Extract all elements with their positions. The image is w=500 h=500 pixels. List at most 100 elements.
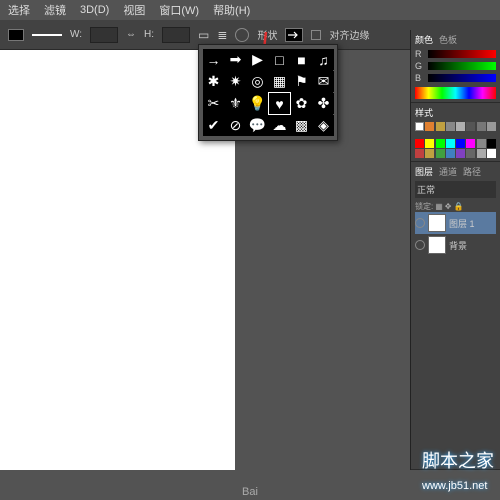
height-field[interactable] — [162, 27, 190, 43]
swatch[interactable] — [477, 149, 486, 158]
swatch[interactable] — [436, 149, 445, 158]
tab-channels[interactable]: 通道 — [439, 165, 457, 178]
shape-starburst[interactable]: ✷ — [225, 71, 246, 92]
panels-dock: 颜色 色板 R G B 样式 — [410, 30, 500, 470]
layer-thumb[interactable] — [428, 236, 446, 254]
stroke-preview[interactable] — [32, 34, 62, 36]
spectrum-slider[interactable] — [415, 87, 496, 99]
width-label: W: — [70, 29, 82, 40]
b-slider[interactable] — [428, 74, 496, 82]
swatch[interactable] — [425, 139, 434, 148]
swatch[interactable] — [446, 149, 455, 158]
align-icon[interactable]: ≣ — [217, 28, 227, 42]
menu-3d[interactable]: 3D(D) — [80, 4, 109, 16]
shape-checker[interactable]: ▩ — [291, 115, 312, 136]
styles-grid[interactable] — [415, 122, 496, 131]
swatch[interactable] — [436, 139, 445, 148]
link-icon[interactable]: ⇔ — [126, 29, 136, 40]
shape-arrow-right[interactable]: ➡ — [225, 49, 246, 70]
tab-layers[interactable]: 图层 — [415, 165, 433, 178]
menu-window[interactable]: 窗口(W) — [159, 2, 199, 18]
r-slider[interactable] — [428, 50, 496, 58]
swatch[interactable] — [415, 149, 424, 158]
style-swatch[interactable] — [425, 122, 434, 131]
swatch[interactable] — [456, 149, 465, 158]
shape-square-outline[interactable]: □ — [269, 49, 290, 70]
shape-music-note[interactable]: ♫ — [313, 49, 334, 70]
swatch[interactable] — [446, 139, 455, 148]
shape-arrow-right-thin[interactable]: → — [203, 49, 224, 70]
menu-bar: 选择 滤镜 3D(D) 视图 窗口(W) 帮助(H) — [0, 0, 500, 20]
style-swatch[interactable] — [477, 122, 486, 131]
swatch[interactable] — [425, 149, 434, 158]
shape-heart[interactable]: ♥ — [269, 93, 290, 114]
visibility-icon[interactable] — [415, 240, 425, 250]
menu-filter[interactable]: 滤镜 — [44, 2, 66, 18]
shape-target[interactable]: ◎ — [247, 71, 268, 92]
width-field[interactable] — [90, 27, 118, 43]
tab-swatches[interactable]: 色板 — [439, 33, 457, 46]
style-swatch[interactable] — [487, 122, 496, 131]
swatch[interactable] — [487, 149, 496, 158]
shape-no[interactable]: ⊘ — [225, 115, 246, 136]
lock-pixels-icon[interactable]: ▦ — [435, 202, 443, 211]
style-swatch[interactable] — [436, 122, 445, 131]
align-edges-checkbox[interactable] — [311, 30, 321, 40]
align-edges-label: 对齐边缘 — [329, 27, 369, 42]
style-none[interactable] — [415, 122, 424, 131]
shape-blob[interactable]: ✤ — [313, 93, 334, 114]
swatches-grid[interactable] — [415, 139, 496, 158]
swatch[interactable] — [456, 139, 465, 148]
tab-styles[interactable]: 样式 — [415, 106, 433, 119]
shape-speech[interactable]: 💬 — [247, 115, 268, 136]
layer-name[interactable]: 背景 — [449, 239, 467, 252]
shape-label: 形状 — [257, 27, 277, 42]
lock-all-icon[interactable]: 🔒 — [454, 202, 464, 211]
shape-arrow-right-bold[interactable]: ▶ — [247, 49, 268, 70]
visibility-icon[interactable] — [415, 218, 425, 228]
shape-flag[interactable]: ⚑ — [291, 71, 312, 92]
shape-dropdown[interactable] — [285, 28, 303, 42]
shape-grid: → ➡ ▶ □ ■ ♫ ✱ ✷ ◎ ▦ ⚑ ✉ ✂ ⚜ 💡 ♥ ✿ ✤ ✔ ⊘ … — [203, 49, 333, 136]
watermark-baidu: Bai — [242, 486, 258, 498]
blend-mode-dropdown[interactable]: 正常 — [415, 181, 496, 198]
menu-select[interactable]: 选择 — [8, 2, 30, 18]
custom-shape-picker: → ➡ ▶ □ ■ ♫ ✱ ✷ ◎ ▦ ⚑ ✉ ✂ ⚜ 💡 ♥ ✿ ✤ ✔ ⊘ … — [198, 44, 338, 141]
lock-position-icon[interactable]: ✥ — [445, 202, 452, 211]
pathop-icon[interactable]: ▭ — [198, 28, 209, 42]
style-swatch[interactable] — [456, 122, 465, 131]
shape-grid[interactable]: ▦ — [269, 71, 290, 92]
shape-lightbulb[interactable]: 💡 — [247, 93, 268, 114]
layer-row[interactable]: 图层 1 — [415, 212, 496, 234]
layer-thumb[interactable] — [428, 214, 446, 232]
shape-envelope[interactable]: ✉ — [313, 71, 334, 92]
style-swatch[interactable] — [446, 122, 455, 131]
layer-name[interactable]: 图层 1 — [449, 217, 475, 230]
menu-view[interactable]: 视图 — [123, 2, 145, 18]
swatch[interactable] — [477, 139, 486, 148]
fill-swatch[interactable] — [8, 29, 24, 41]
menu-help[interactable]: 帮助(H) — [213, 2, 250, 18]
swatch[interactable] — [466, 139, 475, 148]
swatch[interactable] — [415, 139, 424, 148]
style-swatch[interactable] — [466, 122, 475, 131]
shape-diamond-pattern[interactable]: ◈ — [313, 115, 334, 136]
shape-checkmark[interactable]: ✔ — [203, 115, 224, 136]
watermark-main: 脚本之家 www.jb51.net — [422, 447, 494, 494]
layer-row[interactable]: 背景 — [415, 234, 496, 256]
shape-fleur[interactable]: ⚜ — [225, 93, 246, 114]
shape-thought[interactable]: ☁ — [269, 115, 290, 136]
swatch[interactable] — [466, 149, 475, 158]
shape-paw[interactable]: ✿ — [291, 93, 312, 114]
gear-icon[interactable] — [235, 28, 249, 42]
tab-paths[interactable]: 路径 — [463, 165, 481, 178]
g-slider[interactable] — [428, 62, 496, 70]
b-label: B — [415, 73, 425, 83]
swatch[interactable] — [487, 139, 496, 148]
shape-asterisk[interactable]: ✱ — [203, 71, 224, 92]
shape-square[interactable]: ■ — [291, 49, 312, 70]
tab-color[interactable]: 颜色 — [415, 33, 433, 46]
shape-scissors[interactable]: ✂ — [203, 93, 224, 114]
layers-panel: 图层 通道 路径 正常 锁定: ▦ ✥ 🔒 图层 1 背景 — [411, 162, 500, 470]
g-label: G — [415, 61, 425, 71]
